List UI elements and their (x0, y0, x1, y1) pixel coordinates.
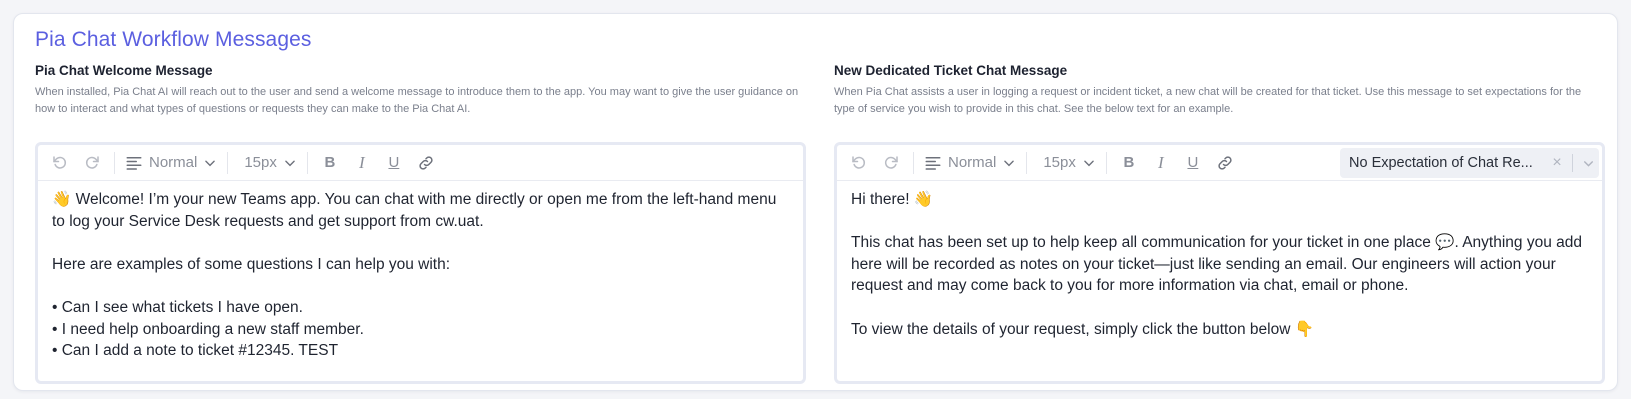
block-format-select[interactable]: Normal (920, 149, 1020, 177)
toolbar-divider (114, 151, 115, 174)
ticket-message-editor: Normal 15px B I U No Expectation of Chat… (834, 142, 1605, 384)
chevron-down-icon (1084, 160, 1094, 166)
chevron-down-icon (1004, 160, 1015, 166)
block-format-value: Normal (948, 154, 997, 171)
welcome-line: 👋 Welcome! I’m your new Teams app. You c… (52, 191, 777, 230)
undo-icon[interactable] (44, 149, 76, 177)
closing-line: To view the details of your request, sim… (851, 320, 1314, 338)
editor-toolbar: Normal 15px B I U No Expectation of Chat… (837, 145, 1602, 181)
welcome-message-content[interactable]: 👋 Welcome! I’m your new Teams app. You c… (38, 181, 803, 362)
underline-icon[interactable]: U (378, 149, 410, 177)
examples-intro: Here are examples of some questions I ca… (52, 255, 451, 273)
bold-icon[interactable]: B (1113, 149, 1145, 177)
font-size-value: 15px (1043, 154, 1076, 171)
example-bullet: • Can I add a note to ticket #12345. TES… (52, 342, 339, 360)
empty-line (851, 297, 1588, 319)
toolbar-divider (306, 151, 308, 174)
chevron-down-icon (205, 160, 216, 166)
message-template-value: No Expectation of Chat Re... (1349, 155, 1533, 171)
bold-icon[interactable]: B (314, 149, 346, 177)
italic-icon[interactable]: I (1145, 149, 1177, 177)
ticket-message-title: New Dedicated Ticket Chat Message (834, 63, 1068, 78)
welcome-message-title: Pia Chat Welcome Message (35, 63, 213, 78)
block-format-value: Normal (149, 154, 198, 171)
workflow-messages-card: Pia Chat Workflow Messages Pia Chat Welc… (13, 13, 1618, 391)
ticket-message-content[interactable]: Hi there! 👋 This chat has been set up to… (837, 181, 1602, 340)
empty-line (52, 232, 789, 254)
chevron-down-icon (285, 160, 295, 166)
undo-icon[interactable] (843, 149, 875, 177)
redo-icon[interactable] (76, 149, 108, 177)
empty-line (52, 275, 789, 297)
welcome-message-description: When installed, Pia Chat AI will reach o… (35, 86, 799, 115)
ticket-message-description: When Pia Chat assists a user in logging … (834, 86, 1582, 115)
italic-icon[interactable]: I (346, 149, 378, 177)
welcome-message-section: Pia Chat Welcome Message When installed,… (35, 60, 806, 384)
align-lines-icon (126, 156, 142, 170)
font-size-select[interactable]: 15px (1033, 149, 1100, 177)
block-format-select[interactable]: Normal (121, 149, 221, 177)
page-title: Pia Chat Workflow Messages (35, 28, 312, 51)
chevron-down-icon[interactable] (1577, 157, 1599, 170)
underline-icon[interactable]: U (1177, 149, 1209, 177)
example-bullet: • I need help onboarding a new staff mem… (52, 320, 364, 338)
toolbar-divider (1105, 151, 1107, 174)
clear-icon[interactable]: × (1546, 154, 1568, 172)
font-size-select[interactable]: 15px (234, 149, 301, 177)
link-icon[interactable] (410, 149, 442, 177)
toolbar-divider (227, 151, 229, 174)
redo-icon[interactable] (875, 149, 907, 177)
toolbar-divider (1026, 151, 1028, 174)
message-template-select[interactable]: No Expectation of Chat Re... × (1340, 148, 1599, 178)
welcome-message-editor: Normal 15px B I U 👋 Welcome! I’m your ne… (35, 142, 806, 384)
select-divider (1572, 154, 1573, 172)
align-lines-icon (925, 156, 941, 170)
ticket-message-section: New Dedicated Ticket Chat Message When P… (834, 60, 1605, 384)
toolbar-divider (913, 151, 914, 174)
editor-toolbar: Normal 15px B I U (38, 145, 803, 181)
example-bullet: • Can I see what tickets I have open. (52, 298, 303, 316)
ticket-paragraph: This chat has been set up to help keep a… (851, 234, 1583, 295)
greeting-line: Hi there! 👋 (851, 191, 934, 208)
link-icon[interactable] (1209, 149, 1241, 177)
font-size-value: 15px (244, 154, 277, 171)
empty-line (851, 211, 1588, 233)
